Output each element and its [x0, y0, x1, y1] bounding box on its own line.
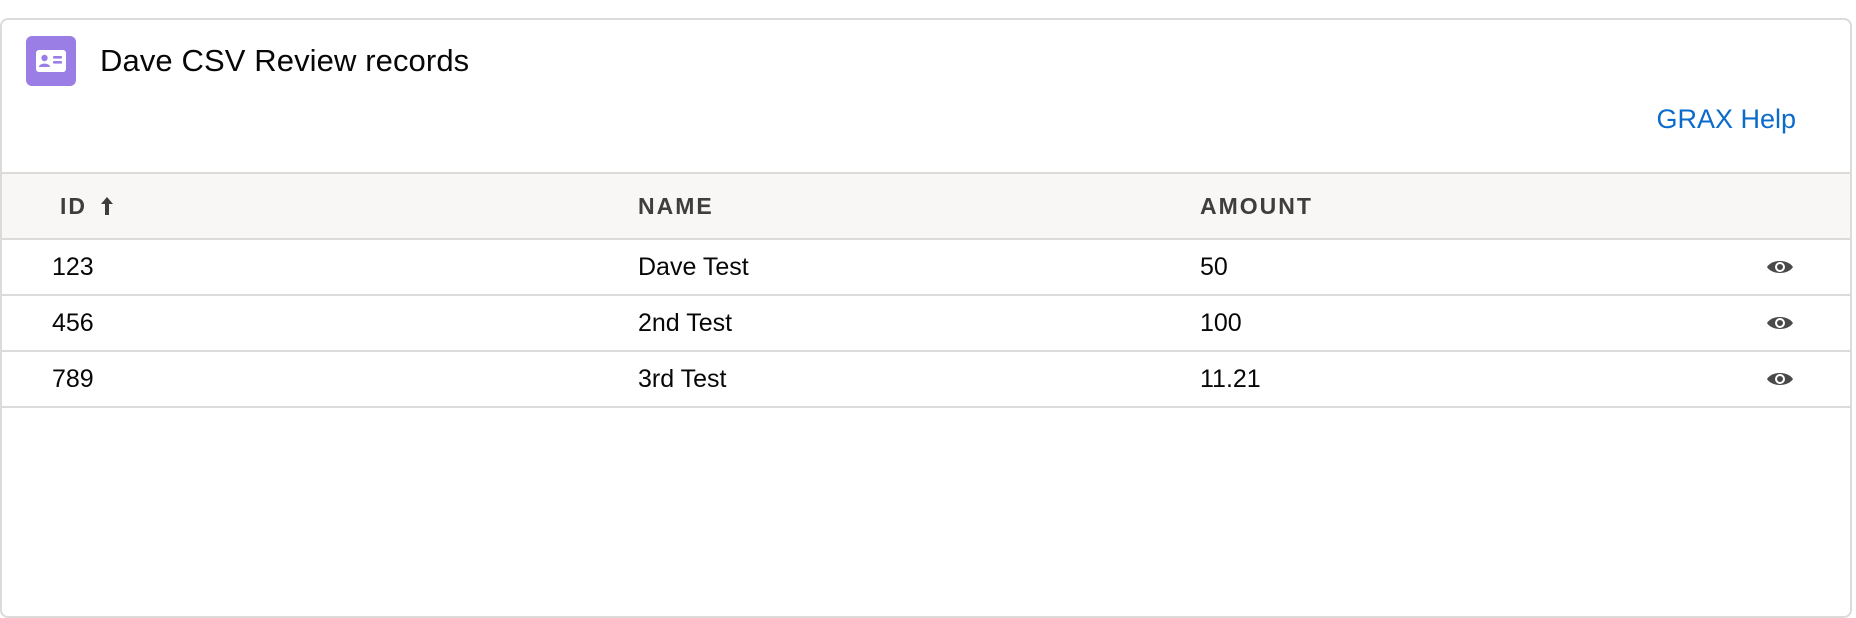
cell-action	[1763, 239, 1850, 295]
records-card: Dave CSV Review records GRAX Help ID NAM…	[0, 18, 1852, 618]
contact-card-icon	[26, 36, 76, 86]
cell-id: 789	[52, 364, 94, 393]
card-title: Dave CSV Review records	[100, 43, 470, 78]
cell-action	[1763, 295, 1850, 351]
column-header-amount[interactable]: AMOUNT	[1200, 173, 1763, 239]
column-header-id[interactable]: ID	[2, 173, 638, 239]
sort-ascending-icon	[99, 196, 115, 216]
cell-amount: 11.21	[1200, 364, 1261, 393]
eye-icon[interactable]	[1762, 308, 1798, 338]
column-header-amount-label: AMOUNT	[1200, 192, 1313, 219]
table-header-row: ID NAME AMOUNT	[2, 173, 1850, 239]
column-header-name-label: NAME	[638, 192, 714, 219]
table-row: 456 2nd Test 100	[2, 295, 1850, 351]
cell-name: Dave Test	[638, 252, 749, 281]
cell-action	[1763, 351, 1850, 407]
cell-amount: 100	[1200, 308, 1242, 337]
table-row: 123 Dave Test 50	[2, 239, 1850, 295]
column-header-id-label: ID	[60, 192, 87, 219]
card-header: Dave CSV Review records GRAX Help	[2, 20, 1850, 172]
title-row: Dave CSV Review records	[26, 36, 469, 86]
records-table: ID NAME AMOUNT 123 Dave Test 50 456 2nd …	[2, 172, 1850, 408]
cell-name: 3rd Test	[638, 364, 727, 393]
table-row: 789 3rd Test 11.21	[2, 351, 1850, 407]
cell-id: 456	[52, 308, 94, 337]
column-header-actions	[1763, 173, 1850, 239]
cell-id: 123	[52, 252, 94, 281]
eye-icon[interactable]	[1762, 364, 1798, 394]
cell-amount: 50	[1200, 252, 1228, 281]
eye-icon[interactable]	[1762, 252, 1798, 282]
column-header-name[interactable]: NAME	[638, 173, 1200, 239]
grax-help-link[interactable]: GRAX Help	[1656, 104, 1796, 135]
cell-name: 2nd Test	[638, 308, 733, 337]
